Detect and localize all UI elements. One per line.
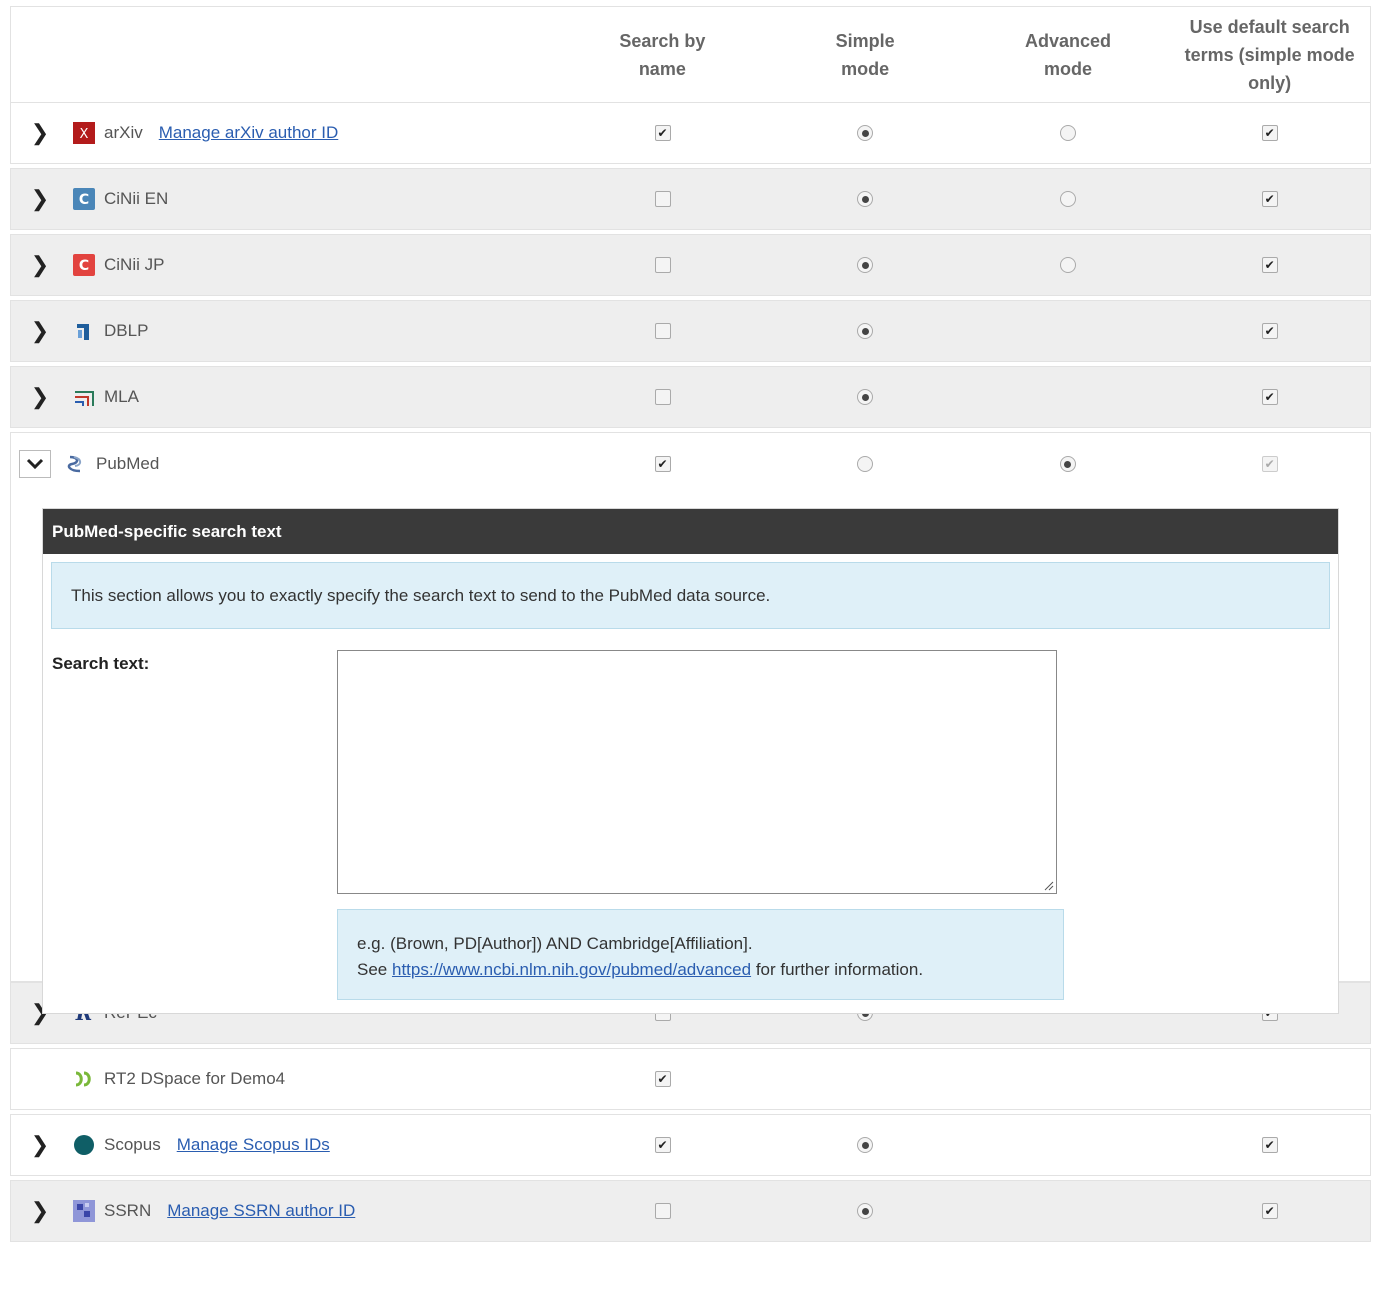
source-name-cell: ❯ Scopus Manage Scopus IDs: [11, 1115, 561, 1175]
use-default-checkbox[interactable]: ✔: [1261, 456, 1278, 472]
simple-mode-radio[interactable]: [857, 1203, 874, 1219]
search-by-name-checkbox[interactable]: [654, 1203, 671, 1219]
search-by-name-checkbox[interactable]: ✔: [654, 1137, 671, 1153]
svg-text:C: C: [79, 192, 89, 208]
search-text-hint: e.g. (Brown, PD[Author]) AND Cambridge[A…: [337, 909, 1064, 1000]
hint-see-line: See https://www.ncbi.nlm.nih.gov/pubmed/…: [357, 957, 1063, 983]
hint-tail: for further information.: [755, 960, 924, 979]
search-by-name-checkbox[interactable]: ✔: [654, 1071, 671, 1087]
advanced-mode-radio[interactable]: [1059, 125, 1076, 141]
source-label: SSRN: [104, 1201, 152, 1220]
use-default-checkbox[interactable]: ✔: [1261, 1203, 1278, 1219]
arxiv-logo-icon: X: [73, 122, 95, 144]
source-label: MLA: [104, 387, 139, 406]
source-label: Scopus: [104, 1135, 161, 1154]
source-name-cell: ❯ RT2 DSpace for Demo4: [11, 1049, 561, 1109]
chevron-right-icon[interactable]: ❯: [27, 384, 53, 410]
chevron-right-icon[interactable]: ❯: [27, 1132, 53, 1158]
cinii-en-logo-icon: C: [73, 188, 95, 210]
source-row-arxiv: ❯ X arXiv Manage arXiv author ID ✔ ✔: [10, 102, 1371, 164]
source-label: arXiv: [104, 123, 143, 142]
source-name-cell: ❯ C CiNii EN: [11, 169, 561, 229]
pubmed-advanced-link[interactable]: https://www.ncbi.nlm.nih.gov/pubmed/adva…: [392, 960, 751, 979]
search-by-name-checkbox[interactable]: [654, 389, 671, 405]
source-row-mla: ❯ MLA ✔: [10, 366, 1371, 428]
search-by-name-checkbox[interactable]: [654, 257, 671, 273]
search-text-textarea[interactable]: [337, 650, 1057, 894]
source-label: DBLP: [104, 321, 149, 340]
simple-mode-radio[interactable]: [857, 125, 874, 141]
info-message: This section allows you to exactly speci…: [51, 562, 1330, 629]
panel-title: PubMed-specific search text: [43, 509, 1338, 554]
source-row-dblp: ❯ DBLP ✔: [10, 300, 1371, 362]
header-use-default: Use default search terms (simple mode on…: [1184, 16, 1355, 93]
use-default-checkbox[interactable]: ✔: [1261, 323, 1278, 339]
simple-mode-radio[interactable]: [857, 389, 874, 405]
pubmed-row: PubMed ✔ ✔: [11, 433, 1370, 495]
use-default-checkbox[interactable]: ✔: [1261, 125, 1278, 141]
use-default-checkbox[interactable]: ✔: [1261, 1137, 1278, 1153]
simple-mode-radio[interactable]: [857, 456, 874, 472]
chevron-right-icon[interactable]: ❯: [27, 252, 53, 278]
search-text-label: Search text:: [52, 654, 150, 673]
chevron-right-icon[interactable]: ❯: [27, 318, 53, 344]
search-by-name-checkbox[interactable]: ✔: [654, 456, 671, 472]
source-name-cell: ❯ X arXiv Manage arXiv author ID: [11, 103, 561, 163]
source-name-cell: ❯ C CiNii JP: [11, 235, 561, 295]
header-search-by-name: Search by name: [619, 30, 706, 79]
search-by-name-checkbox[interactable]: ✔: [654, 125, 671, 141]
use-default-checkbox[interactable]: ✔: [1261, 389, 1278, 405]
pubmed-search-panel: PubMed-specific search text This section…: [42, 508, 1339, 1014]
source-row-rt2-dspace: ❯ RT2 DSpace for Demo4 ✔: [10, 1048, 1371, 1110]
hint-example: e.g. (Brown, PD[Author]) AND Cambridge[A…: [357, 934, 753, 953]
source-row-scopus: ❯ Scopus Manage Scopus IDs ✔ ✔: [10, 1114, 1371, 1176]
dblp-logo-icon: [73, 320, 95, 342]
source-row-pubmed-expanded: PubMed ✔ ✔ PubMed-specific search text T…: [10, 432, 1371, 1014]
advanced-mode-radio[interactable]: [1059, 257, 1076, 273]
cinii-jp-logo-icon: C: [73, 254, 95, 276]
hint-see: See: [357, 960, 388, 979]
source-row-cinii-jp: ❯ C CiNii JP ✔: [10, 234, 1371, 296]
pubmed-logo-icon: [65, 453, 87, 475]
use-default-checkbox[interactable]: ✔: [1261, 191, 1278, 207]
search-by-name-checkbox[interactable]: [654, 323, 671, 339]
chevron-right-icon[interactable]: ❯: [27, 186, 53, 212]
source-label: PubMed: [96, 454, 160, 473]
mla-logo-icon: [73, 386, 95, 408]
data-sources-table: Search by name Simple mode Advanced mode…: [10, 6, 1371, 1242]
header-simple-mode: Simple mode: [835, 30, 895, 79]
source-name-cell: PubMed: [11, 433, 561, 495]
dspace-logo-icon: [73, 1068, 95, 1090]
use-default-checkbox[interactable]: ✔: [1261, 257, 1278, 273]
chevron-down-icon[interactable]: [19, 450, 51, 478]
manage-arxiv-link[interactable]: Manage arXiv author ID: [159, 123, 339, 143]
simple-mode-radio[interactable]: [857, 1137, 874, 1153]
simple-mode-radio[interactable]: [857, 323, 874, 339]
source-row-ssrn: ❯ SSRN Manage SSRN author ID ✔: [10, 1180, 1371, 1242]
advanced-mode-radio[interactable]: [1059, 456, 1076, 472]
source-row-cinii-en: ❯ C CiNii EN ✔: [10, 168, 1371, 230]
source-label: CiNii JP: [104, 255, 165, 274]
resize-grip-icon[interactable]: [1042, 879, 1054, 891]
manage-ssrn-link[interactable]: Manage SSRN author ID: [167, 1201, 355, 1221]
chevron-right-icon[interactable]: ❯: [27, 1198, 53, 1224]
header-advanced-mode: Advanced mode: [1024, 30, 1111, 79]
simple-mode-radio[interactable]: [857, 191, 874, 207]
header-spacer: [11, 7, 561, 102]
source-name-cell: ❯ MLA: [11, 367, 561, 427]
source-label: CiNii EN: [104, 189, 169, 208]
source-label: RT2 DSpace for Demo4: [104, 1069, 286, 1088]
simple-mode-radio[interactable]: [857, 257, 874, 273]
table-header: Search by name Simple mode Advanced mode…: [10, 7, 1371, 102]
search-by-name-checkbox[interactable]: [654, 191, 671, 207]
scopus-logo-icon: [73, 1134, 95, 1156]
svg-text:C: C: [79, 258, 89, 274]
source-name-cell: ❯ SSRN Manage SSRN author ID: [11, 1181, 561, 1241]
chevron-right-icon[interactable]: ❯: [27, 120, 53, 146]
svg-text:X: X: [80, 127, 89, 142]
ssrn-logo-icon: [73, 1200, 95, 1222]
source-name-cell: ❯ DBLP: [11, 301, 561, 361]
advanced-mode-radio[interactable]: [1059, 191, 1076, 207]
manage-scopus-link[interactable]: Manage Scopus IDs: [177, 1135, 330, 1155]
